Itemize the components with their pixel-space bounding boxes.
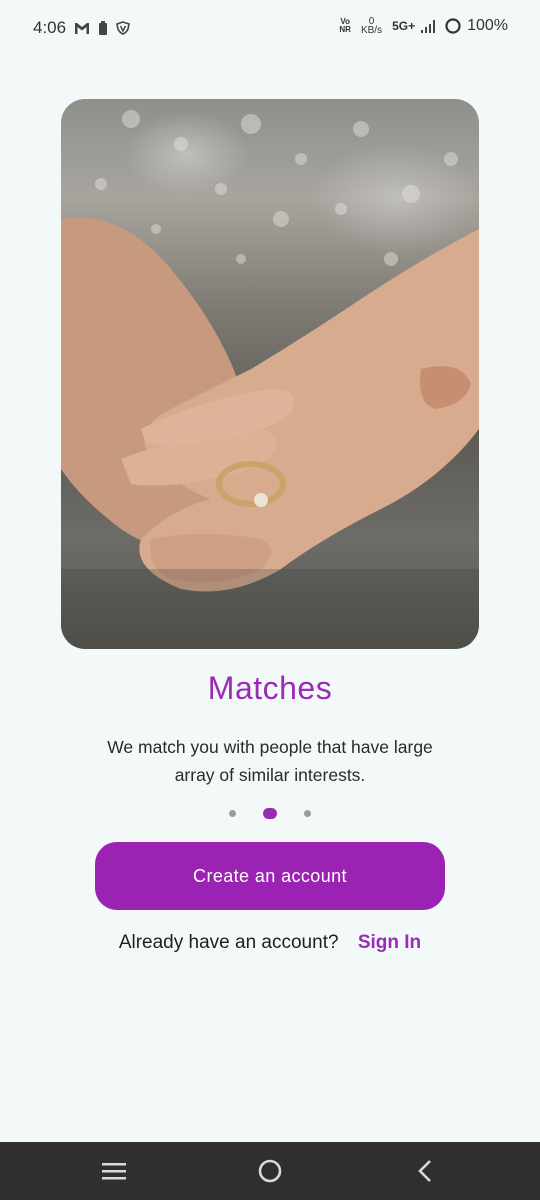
battery-percent: 100% [467,17,508,34]
home-icon[interactable] [250,1156,290,1186]
page-dot-3[interactable] [304,810,311,817]
signin-prompt: Already have an account? [118,932,339,953]
back-icon[interactable] [405,1156,445,1186]
net-speed: 0 KB/s [360,16,383,36]
volte-indicator: Vo NR [339,17,351,34]
battery-saver-icon [98,21,108,35]
onboarding-title: Matches [207,670,333,706]
page-dot-2-active[interactable] [263,808,277,819]
menu-icon[interactable] [94,1156,134,1186]
signal-icon [421,19,436,33]
signin-link[interactable]: Sign In [358,932,421,953]
battery-ring-icon [445,18,461,34]
create-account-button[interactable]: Create an account [95,842,445,910]
page-indicator [0,806,540,822]
status-bar: 4:06 Vo NR 0 KB/s 5G+ 100% [0,0,540,58]
status-time: 4:06 [33,18,67,37]
network-type: 5G+ [392,19,416,33]
hero-image [61,99,479,649]
page-dot-1[interactable] [229,810,236,817]
signin-row: Already have an account? Sign In [0,932,540,954]
gmail-icon [74,22,90,35]
vpn-shield-icon [116,21,131,35]
onboarding-description: We match you with people that have large… [107,737,433,785]
system-nav-bar [0,1142,540,1200]
